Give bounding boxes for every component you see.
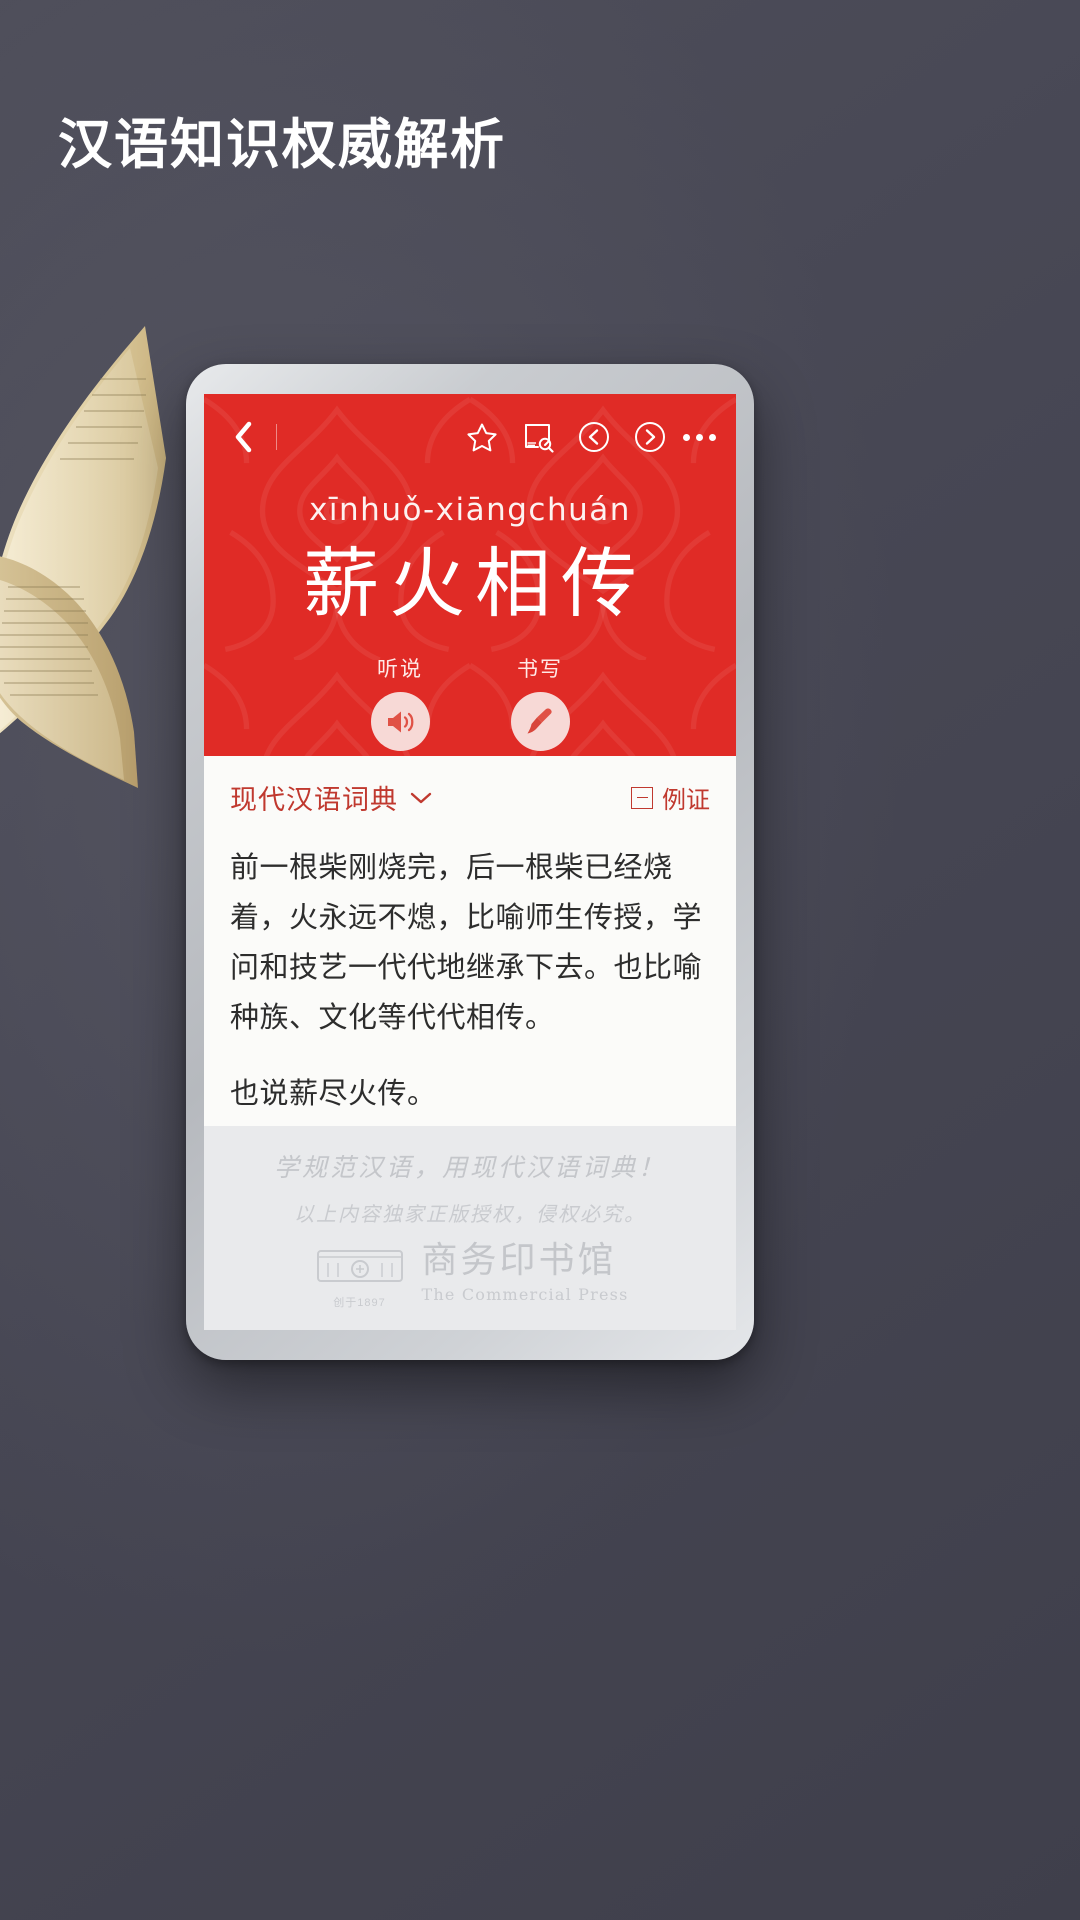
brush-icon	[527, 708, 552, 734]
page-headline: 汉语知识权威解析	[58, 115, 506, 175]
more-dots-icon	[696, 433, 703, 441]
favorite-star-icon	[467, 423, 497, 451]
definition-paragraph: 前一根柴刚烧完，后一根柴已经烧着，火永远不熄，比喻师生传授，学问和技艺一代代地继…	[230, 850, 703, 1034]
press-name-block: 商务印书馆 The Commercial Press	[421, 1240, 629, 1305]
listen-speak-action[interactable]: 听说	[354, 653, 446, 752]
previous-entry-button[interactable]	[577, 420, 611, 454]
more-dots-icon	[683, 433, 690, 441]
phone-device-frame: xīnhuǒ-xiāngchuán 薪火相传 听说 书写 现代汉语词典 例证 前…	[186, 364, 754, 1360]
app-screen: xīnhuǒ-xiāngchuán 薪火相传 听说 书写 现代汉语词典 例证 前…	[204, 394, 736, 1330]
publisher-logo: 创于1897 商务印书馆 The Commercial Press	[312, 1243, 629, 1310]
toolbar-divider	[276, 424, 277, 450]
commercial-press-logo-icon	[316, 1250, 403, 1282]
press-emblem: 创于1897	[312, 1243, 408, 1310]
press-name-en: The Commercial Press	[421, 1285, 629, 1304]
entry-hero: xīnhuǒ-xiāngchuán 薪火相传 听说 书写	[204, 394, 736, 756]
more-dots-icon	[709, 433, 716, 441]
write-label: 书写	[517, 658, 563, 682]
dictionary-search-button[interactable]	[521, 420, 555, 454]
definition-body: 前一根柴刚烧完，后一根柴已经烧着，火永远不熄，比喻师生传授，学问和技艺一代代地继…	[204, 831, 736, 1126]
dictionary-name: 现代汉语词典	[230, 785, 398, 815]
definition-paragraph: 也说薪尽火传。	[230, 1075, 437, 1110]
favorite-button[interactable]	[465, 420, 499, 454]
entry-toolbar	[204, 394, 736, 480]
entry-headword: 薪火相传	[303, 539, 647, 628]
press-since-label: 创于1897	[333, 1297, 386, 1309]
back-button[interactable]	[226, 420, 260, 454]
chevron-down-icon	[410, 792, 432, 803]
entry-action-group: 听说 书写	[204, 653, 736, 752]
write-action[interactable]: 书写	[494, 653, 586, 752]
press-name-cn: 商务印书馆	[421, 1240, 617, 1281]
dictionary-source-bar: 现代汉语词典 例证	[204, 756, 736, 831]
next-circle-icon	[635, 422, 665, 452]
footer-copyright: 以上内容独家正版授权，侵权必究。	[294, 1202, 646, 1226]
book-search-icon	[525, 424, 554, 453]
examples-label: 例证	[662, 787, 710, 814]
more-menu-button[interactable]	[683, 433, 716, 441]
chevron-left-icon	[235, 421, 252, 453]
minus-box-icon	[631, 786, 653, 809]
entry-pinyin: xīnhuǒ-xiāngchuán	[309, 492, 631, 528]
next-entry-button[interactable]	[633, 420, 667, 454]
listen-speak-button[interactable]	[370, 692, 430, 752]
publisher-watermark-footer: 学规范汉语，用现代汉语词典！ 以上内容独家正版授权，侵权必究。 创于1897 商	[204, 1126, 736, 1330]
examples-toggle[interactable]: 例证	[631, 780, 710, 815]
listen-speak-label: 听说	[377, 658, 423, 682]
prev-circle-icon	[579, 422, 609, 452]
footer-slogan: 学规范汉语，用现代汉语词典！	[273, 1153, 666, 1182]
speaker-icon	[388, 711, 414, 733]
write-button[interactable]	[510, 692, 570, 752]
toolbar-icon-group	[465, 420, 667, 454]
dictionary-selector[interactable]: 现代汉语词典	[230, 778, 432, 817]
